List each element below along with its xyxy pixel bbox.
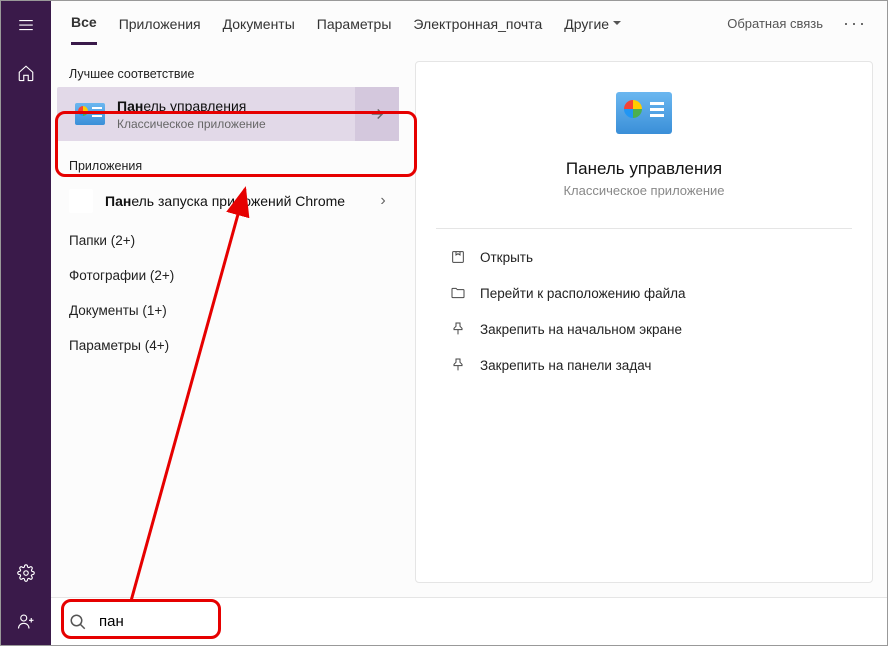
action-pin-taskbar[interactable]: Закрепить на панели задач	[446, 347, 842, 383]
tab-all[interactable]: Все	[71, 2, 97, 45]
chevron-right-icon: ›	[369, 192, 397, 210]
detail-subtitle: Классическое приложение	[446, 183, 842, 198]
expand-arrow-button[interactable]	[355, 87, 399, 141]
best-match-subtitle: Классическое приложение	[117, 117, 385, 131]
tab-email[interactable]: Электронная_почта	[413, 4, 542, 44]
tab-more[interactable]: Другие	[564, 4, 621, 44]
action-pin-start[interactable]: Закрепить на начальном экране	[446, 311, 842, 347]
category-folders[interactable]: Папки (2+)	[51, 223, 411, 258]
feedback-link[interactable]: Обратная связь	[727, 16, 823, 31]
tab-apps[interactable]: Приложения	[119, 4, 201, 44]
best-match-result[interactable]: Панель управления Классическое приложени…	[57, 87, 399, 141]
search-icon	[69, 613, 87, 631]
pin-icon	[450, 321, 466, 337]
control-panel-large-icon	[616, 92, 672, 134]
filter-tabs: Все Приложения Документы Параметры Элект…	[51, 1, 887, 47]
apps-header: Приложения	[51, 151, 411, 179]
detail-title: Панель управления	[446, 159, 842, 179]
tab-documents[interactable]: Документы	[223, 4, 295, 44]
category-photos[interactable]: Фотографии (2+)	[51, 258, 411, 293]
detail-panel: Панель управления Классическое приложени…	[415, 61, 873, 583]
best-match-header: Лучшее соответствие	[51, 59, 411, 87]
app-result-chrome-launcher[interactable]: Панель запуска приложений Chrome ›	[51, 179, 411, 223]
hamburger-menu-button[interactable]	[1, 1, 51, 49]
search-bar[interactable]	[51, 597, 887, 645]
category-documents[interactable]: Документы (1+)	[51, 293, 411, 328]
search-input[interactable]	[99, 613, 869, 630]
home-button[interactable]	[1, 49, 51, 97]
account-button[interactable]	[1, 597, 51, 645]
category-settings[interactable]: Параметры (4+)	[51, 328, 411, 363]
best-match-title: Панель управления	[117, 97, 385, 115]
control-panel-icon	[75, 103, 105, 125]
action-file-location[interactable]: Перейти к расположению файла	[446, 275, 842, 311]
action-open[interactable]: Открыть	[446, 239, 842, 275]
folder-icon	[450, 285, 466, 301]
more-options-button[interactable]: ···	[843, 13, 867, 34]
settings-button[interactable]	[1, 549, 51, 597]
tab-settings[interactable]: Параметры	[317, 4, 392, 44]
app-result-title: Панель запуска приложений Chrome	[105, 192, 369, 210]
open-icon	[450, 249, 466, 265]
chrome-launcher-icon	[69, 189, 93, 213]
pin-taskbar-icon	[450, 357, 466, 373]
